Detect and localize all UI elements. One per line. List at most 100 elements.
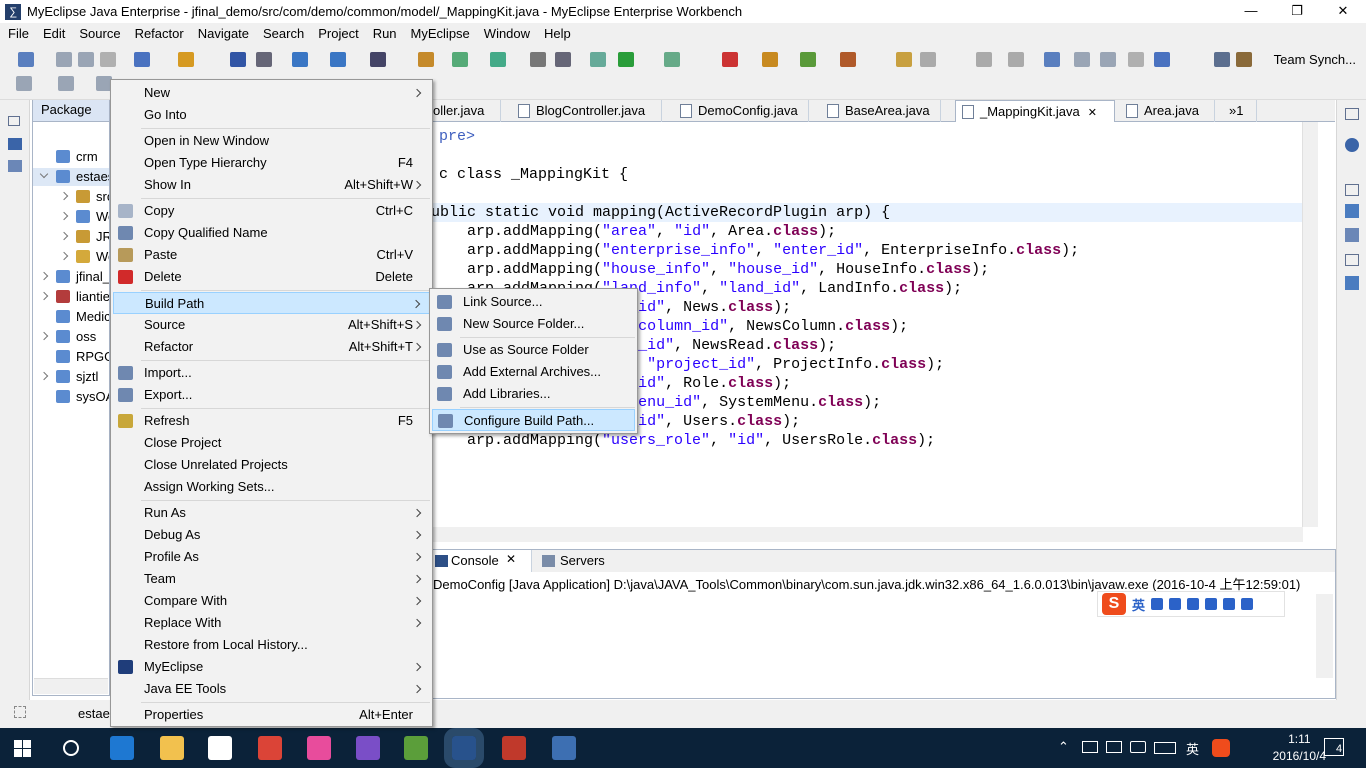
- menu-item-compare-with[interactable]: Compare With: [113, 590, 430, 612]
- toolbar-button-icon[interactable]: [330, 52, 346, 67]
- expand-chevron-icon[interactable]: [39, 291, 49, 301]
- tree-item[interactable]: oss: [33, 328, 109, 346]
- chrome-icon[interactable]: [258, 736, 282, 760]
- toolbar-button-icon[interactable]: [800, 52, 816, 67]
- minimize-button[interactable]: —: [1228, 0, 1274, 23]
- help-icon[interactable]: [1345, 138, 1359, 152]
- menu-item-use-as-source-folder[interactable]: Use as Source Folder: [432, 339, 635, 361]
- toolbar-button-icon[interactable]: [100, 52, 116, 67]
- menu-edit[interactable]: Edit: [35, 26, 71, 41]
- menu-item-debug-as[interactable]: Debug As: [113, 524, 430, 546]
- expand-chevron-icon[interactable]: [59, 251, 69, 261]
- toolbar-button-icon[interactable]: [18, 52, 34, 67]
- menu-item-refactor[interactable]: Refactor Alt+Shift+T: [113, 336, 430, 358]
- toolbar-button-icon[interactable]: [418, 52, 434, 67]
- toolbar-button-icon[interactable]: [370, 52, 386, 67]
- user-icon[interactable]: [1205, 598, 1218, 610]
- menu-run[interactable]: Run: [365, 26, 403, 41]
- menu-item-refresh[interactable]: Refresh F5: [113, 410, 430, 432]
- menu-item-add-libraries[interactable]: Add Libraries...: [432, 383, 635, 405]
- expand-chevron-icon[interactable]: [39, 169, 49, 179]
- menu-item-build-path[interactable]: Build Path: [113, 292, 430, 314]
- edge-icon[interactable]: [110, 736, 134, 760]
- navigation-button-icon[interactable]: [58, 76, 74, 91]
- navigation-button-icon[interactable]: [16, 76, 32, 91]
- menu-help[interactable]: Help: [536, 26, 577, 41]
- close-icon[interactable]: ✕: [506, 552, 516, 566]
- editor-vertical-scrollbar[interactable]: [1302, 122, 1318, 527]
- editor-tab[interactable]: BlogController.java: [512, 100, 662, 122]
- menu-item-java-ee-tools[interactable]: Java EE Tools: [113, 678, 430, 700]
- menu-item-go-into[interactable]: Go Into: [113, 104, 430, 126]
- perspective-icon[interactable]: [1236, 52, 1252, 67]
- menu-source[interactable]: Source: [71, 26, 126, 41]
- expand-chevron-icon[interactable]: [59, 211, 69, 221]
- moon-icon[interactable]: [1151, 598, 1164, 610]
- color-picker-icon[interactable]: [307, 736, 331, 760]
- toolbar-button-icon[interactable]: [530, 52, 546, 67]
- editor-horizontal-scrollbar[interactable]: [431, 527, 1303, 542]
- menu-item-close-unrelated-projects[interactable]: Close Unrelated Projects: [113, 454, 430, 476]
- menu-refactor[interactable]: Refactor: [127, 26, 190, 41]
- punctuation-icon[interactable]: [1169, 598, 1182, 610]
- volume-icon[interactable]: [1130, 741, 1146, 753]
- menu-item-team[interactable]: Team: [113, 568, 430, 590]
- expand-chevron-icon[interactable]: [59, 191, 69, 201]
- close-icon[interactable]: ✕: [1088, 107, 1097, 119]
- toolbar-button-icon[interactable]: [230, 52, 246, 67]
- ime-indicator[interactable]: 英: [1186, 739, 1199, 758]
- menu-search[interactable]: Search: [255, 26, 310, 41]
- toolbar-button-icon[interactable]: [840, 52, 856, 67]
- menu-item-import[interactable]: Import...: [113, 362, 430, 384]
- menu-item-link-source[interactable]: Link Source...: [432, 291, 635, 313]
- toolbar-button-icon[interactable]: [78, 52, 94, 67]
- team-synchronize-button[interactable]: Team Synch...: [1274, 52, 1356, 67]
- editor-tab[interactable]: oller.java: [431, 100, 501, 122]
- menu-item-delete[interactable]: Delete Delete: [113, 266, 430, 288]
- menu-item-export[interactable]: Export...: [113, 384, 430, 406]
- editor-tab[interactable]: »1: [1227, 100, 1257, 122]
- menu-item-myeclipse[interactable]: MyEclipse: [113, 656, 430, 678]
- toolbar-button-icon[interactable]: [292, 52, 308, 67]
- restore-icon[interactable]: [8, 116, 20, 126]
- toolbar-button-icon[interactable]: [452, 52, 468, 67]
- search-icon[interactable]: [63, 740, 79, 756]
- toolbar-button-icon[interactable]: [722, 52, 738, 67]
- menu-item-properties[interactable]: Properties Alt+Enter: [113, 704, 430, 726]
- notifications-icon[interactable]: 4: [1324, 738, 1344, 756]
- file-explorer-icon[interactable]: [160, 736, 184, 760]
- menu-item-run-as[interactable]: Run As: [113, 502, 430, 524]
- store-icon[interactable]: [208, 736, 232, 760]
- toolbar-button-icon[interactable]: [256, 52, 272, 67]
- menu-myeclipse[interactable]: MyEclipse: [403, 26, 476, 41]
- toolbar-button-icon[interactable]: [178, 52, 194, 67]
- tree-item[interactable]: JR: [33, 228, 109, 246]
- expand-chevron-icon[interactable]: [59, 231, 69, 241]
- menu-item-source[interactable]: Source Alt+Shift+S: [113, 314, 430, 336]
- display-icon[interactable]: [1106, 741, 1122, 753]
- menu-item-open-type-hierarchy[interactable]: Open Type Hierarchy F4: [113, 152, 430, 174]
- maximize-button[interactable]: ❐: [1274, 0, 1320, 23]
- tree-item[interactable]: We: [33, 248, 109, 266]
- keyboard-icon[interactable]: [1154, 742, 1176, 754]
- editor-tab[interactable]: _MappingKit.java ✕: [955, 100, 1115, 122]
- chevron-up-icon[interactable]: ⌃: [1058, 739, 1069, 755]
- menu-item-replace-with[interactable]: Replace With: [113, 612, 430, 634]
- windows-start-icon[interactable]: [14, 740, 31, 757]
- ime-toolbar[interactable]: S 英: [1097, 591, 1285, 617]
- tree-item[interactable]: RPGG: [33, 348, 109, 366]
- shirt-icon[interactable]: [1223, 598, 1236, 610]
- toolbar-button-icon[interactable]: [920, 52, 936, 67]
- toolbar-button-icon[interactable]: [664, 52, 680, 67]
- toolbar-button-icon[interactable]: [976, 52, 992, 67]
- tree-item[interactable]: Medic: [33, 308, 109, 326]
- menu-item-close-project[interactable]: Close Project: [113, 432, 430, 454]
- console-scrollbar[interactable]: [1316, 594, 1333, 678]
- editor-tab[interactable]: Area.java: [1120, 100, 1215, 122]
- tool-app-icon[interactable]: [502, 736, 526, 760]
- tree-item[interactable]: jfinal_: [33, 268, 109, 286]
- toolbar-button-icon[interactable]: [56, 52, 72, 67]
- menu-project[interactable]: Project: [310, 26, 364, 41]
- menu-item-profile-as[interactable]: Profile As: [113, 546, 430, 568]
- package-explorer-icon[interactable]: [8, 138, 22, 150]
